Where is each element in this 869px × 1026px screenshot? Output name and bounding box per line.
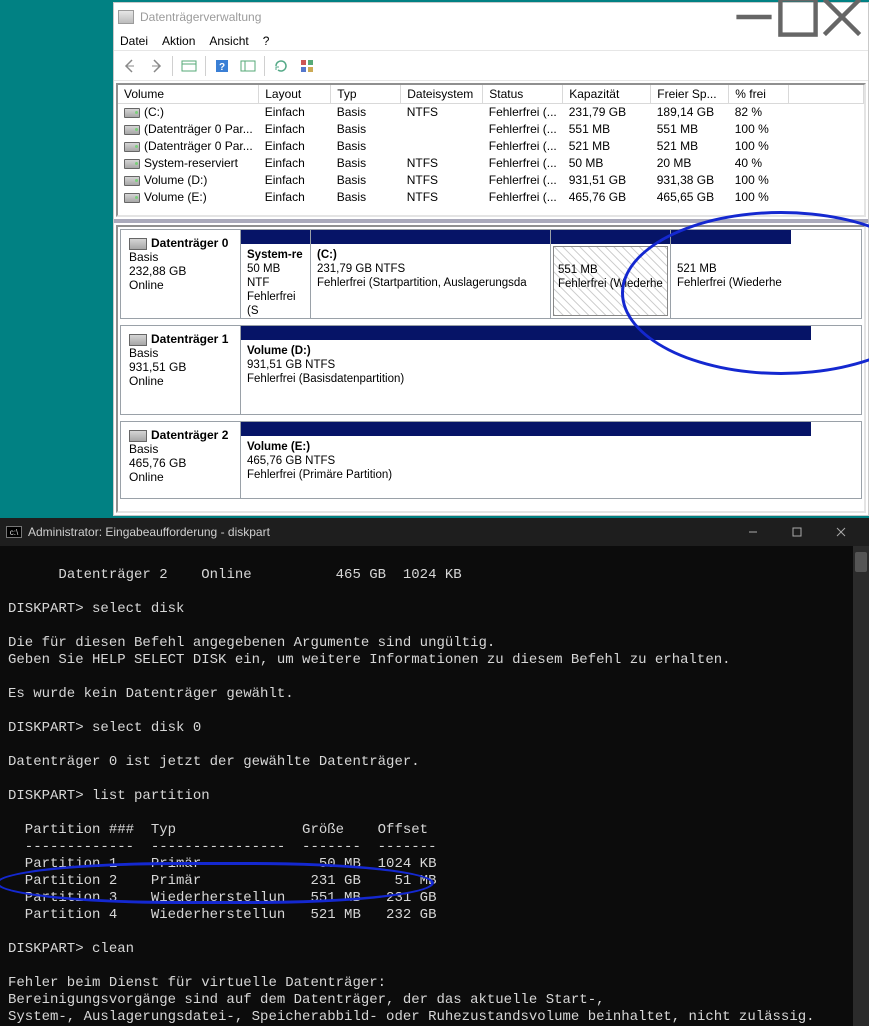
cmd-text: Datenträger 2 Online 465 GB 1024 KB DISK… bbox=[8, 567, 815, 1026]
svg-text:?: ? bbox=[219, 62, 225, 73]
cmd-output[interactable]: Datenträger 2 Online 465 GB 1024 KB DISK… bbox=[0, 546, 869, 1026]
menu-file[interactable]: Datei bbox=[120, 34, 148, 48]
table-row[interactable]: Volume (E:)EinfachBasisNTFSFehlerfrei (.… bbox=[118, 189, 864, 206]
cmd-icon: c:\ bbox=[6, 526, 22, 538]
disk-icon bbox=[124, 108, 140, 118]
forward-button[interactable] bbox=[144, 54, 168, 78]
partition[interactable]: 551 MBFehlerfrei (Wiederhe bbox=[551, 230, 671, 318]
maximize-button[interactable] bbox=[776, 3, 820, 31]
disk-info[interactable]: Datenträger 2Basis465,76 GBOnline bbox=[121, 422, 241, 498]
tb-list-icon[interactable] bbox=[236, 54, 260, 78]
disk-icon bbox=[124, 193, 140, 203]
partition[interactable]: Volume (E:)465,76 GB NTFSFehlerfrei (Pri… bbox=[241, 422, 811, 498]
disk-icon bbox=[124, 142, 140, 152]
menubar: Datei Aktion Ansicht ? bbox=[114, 31, 868, 51]
toolbar: ? bbox=[114, 51, 868, 81]
titlebar[interactable]: Datenträgerverwaltung bbox=[114, 3, 868, 31]
partition[interactable]: 521 MBFehlerfrei (Wiederhe bbox=[671, 230, 791, 318]
disk-icon bbox=[124, 125, 140, 135]
disk-graphic-pane[interactable]: Datenträger 0Basis232,88 GBOnlineSystem-… bbox=[116, 225, 866, 513]
menu-help[interactable]: ? bbox=[263, 34, 270, 48]
table-row[interactable]: (Datenträger 0 Par...EinfachBasisFehlerf… bbox=[118, 121, 864, 138]
refresh-icon[interactable] bbox=[269, 54, 293, 78]
cmd-titlebar[interactable]: c:\ Administrator: Eingabeaufforderung -… bbox=[0, 518, 869, 546]
partition[interactable]: Volume (D:)931,51 GB NTFSFehlerfrei (Bas… bbox=[241, 326, 811, 414]
disk-row[interactable]: Datenträger 1Basis931,51 GBOnlineVolume … bbox=[120, 325, 862, 415]
table-row[interactable]: Volume (D:)EinfachBasisNTFSFehlerfrei (.… bbox=[118, 172, 864, 189]
disk-icon bbox=[129, 430, 147, 442]
disk-row[interactable]: Datenträger 2Basis465,76 GBOnlineVolume … bbox=[120, 421, 862, 499]
cmd-minimize-button[interactable] bbox=[731, 518, 775, 546]
minimize-button[interactable] bbox=[732, 3, 776, 31]
tb-grid-icon[interactable] bbox=[295, 54, 319, 78]
table-row[interactable]: System-reserviertEinfachBasisNTFSFehlerf… bbox=[118, 155, 864, 172]
cmd-title-text: Administrator: Eingabeaufforderung - dis… bbox=[28, 525, 731, 539]
table-row[interactable]: (C:)EinfachBasisNTFSFehlerfrei (...231,7… bbox=[118, 104, 864, 121]
disk-icon bbox=[124, 176, 140, 186]
cmd-close-button[interactable] bbox=[819, 518, 863, 546]
help-icon[interactable]: ? bbox=[210, 54, 234, 78]
pane-splitter[interactable] bbox=[114, 219, 868, 223]
app-icon bbox=[118, 10, 134, 24]
partition[interactable]: (C:)231,79 GB NTFSFehlerfrei (Startparti… bbox=[311, 230, 551, 318]
table-row[interactable]: (Datenträger 0 Par...EinfachBasisFehlerf… bbox=[118, 138, 864, 155]
back-button[interactable] bbox=[118, 54, 142, 78]
window-title: Datenträgerverwaltung bbox=[140, 10, 732, 24]
disk-management-window: Datenträgerverwaltung Datei Aktion Ansic… bbox=[113, 2, 869, 516]
cmd-scroll-thumb[interactable] bbox=[855, 552, 867, 572]
menu-action[interactable]: Aktion bbox=[162, 34, 195, 48]
partition[interactable]: System-re50 MB NTFFehlerfrei (S bbox=[241, 230, 311, 318]
cmd-maximize-button[interactable] bbox=[775, 518, 819, 546]
disk-row[interactable]: Datenträger 0Basis232,88 GBOnlineSystem-… bbox=[120, 229, 862, 319]
disk-info[interactable]: Datenträger 1Basis931,51 GBOnline bbox=[121, 326, 241, 414]
cmd-scrollbar[interactable] bbox=[853, 546, 869, 1026]
table-header[interactable]: VolumeLayoutTypDateisystemStatusKapazitä… bbox=[118, 85, 864, 104]
disk-icon bbox=[124, 159, 140, 169]
disk-icon bbox=[129, 238, 147, 250]
close-button[interactable] bbox=[820, 3, 864, 31]
cmd-window: c:\ Administrator: Eingabeaufforderung -… bbox=[0, 518, 869, 1026]
disk-info[interactable]: Datenträger 0Basis232,88 GBOnline bbox=[121, 230, 241, 318]
volume-list[interactable]: VolumeLayoutTypDateisystemStatusKapazitä… bbox=[116, 83, 866, 217]
tb-view-icon[interactable] bbox=[177, 54, 201, 78]
disk-icon bbox=[129, 334, 147, 346]
menu-view[interactable]: Ansicht bbox=[209, 34, 248, 48]
